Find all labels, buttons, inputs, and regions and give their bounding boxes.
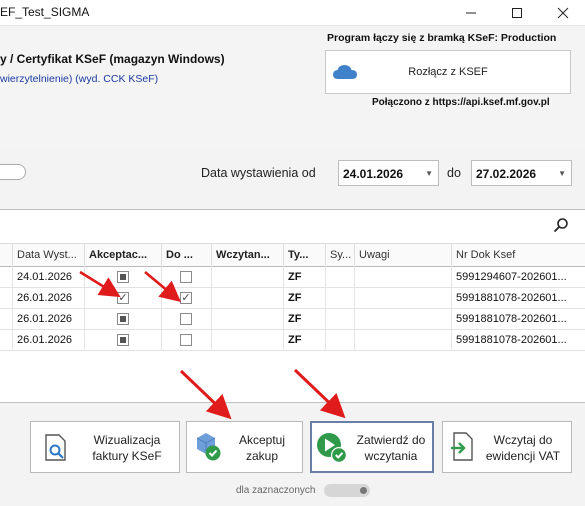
column-header-date[interactable]: Data Wyst... xyxy=(13,244,85,268)
table-header: Data Wyst... Akceptac... Do ... Wczytan.… xyxy=(0,243,585,268)
akceptacja-cell xyxy=(85,309,162,330)
chevron-down-icon: ▼ xyxy=(558,169,566,178)
akceptuj-zakup-button[interactable]: Akceptuj zakup xyxy=(186,421,303,473)
title-bar: EF_Test_SIGMA xyxy=(0,0,585,26)
column-header[interactable] xyxy=(0,244,13,268)
akceptacja-checkbox[interactable] xyxy=(117,313,129,325)
do-wczytania-checkbox[interactable] xyxy=(180,334,192,346)
nr-dok-ksef-cell: 5991294607-202601... xyxy=(456,271,567,283)
play-confirm-icon xyxy=(317,433,347,463)
column-header-akceptacja[interactable]: Akceptac... xyxy=(85,244,162,268)
sy-cell xyxy=(326,309,355,330)
type-cell: ZF xyxy=(284,330,326,351)
annotation-arrow xyxy=(79,270,121,298)
nr-dok-ksef-cell: 5991881078-202601... xyxy=(456,334,567,346)
date-from-label: Data wystawienia od xyxy=(201,166,316,180)
row-indicator-cell[interactable] xyxy=(0,309,13,330)
date-to-picker[interactable]: 27.02.2026 ▼ xyxy=(471,160,572,186)
toggle-switch[interactable] xyxy=(0,164,26,180)
date-to-label: do xyxy=(447,166,461,180)
certificate-title: y / Certyfikat KSeF (magazyn Windows) xyxy=(0,52,225,66)
date-cell: 26.01.2026 xyxy=(13,330,85,351)
akceptacja-cell xyxy=(85,330,162,351)
maximize-icon xyxy=(512,8,522,18)
annotation-arrow xyxy=(179,369,232,420)
wczytanie-cell xyxy=(212,267,284,288)
wizualizacja-button[interactable]: Wizualizacja faktury KSeF xyxy=(30,421,180,473)
uwagi-cell xyxy=(355,330,452,351)
zatwierdz-label-2: wczytania xyxy=(364,449,418,463)
date-to-value: 27.02.2026 xyxy=(476,167,537,181)
window-title: EF_Test_SIGMA xyxy=(0,5,90,19)
selected-only-toggle[interactable] xyxy=(324,484,370,497)
column-header-do[interactable]: Do ... xyxy=(162,244,212,268)
column-header-nr-dok[interactable]: Nr Dok Ksef xyxy=(452,244,585,268)
selected-only-label: dla zaznaczonych xyxy=(236,485,316,496)
akceptacja-checkbox[interactable] xyxy=(117,334,129,346)
nr-dok-ksef-cell: 5991881078-202601... xyxy=(456,313,567,325)
disconnect-ksef-label: Rozłącz z KSEF xyxy=(408,66,488,78)
zatwierdz-label-1: Zatwierdź do xyxy=(356,433,426,447)
nr-dok-ksef-cell: 5991881078-202601... xyxy=(456,292,567,304)
type-cell: ZF xyxy=(284,309,326,330)
type-cell: ZF xyxy=(284,267,326,288)
do-wczytania-cell xyxy=(162,330,212,351)
uwagi-cell xyxy=(355,267,452,288)
annotation-arrow xyxy=(144,271,181,302)
type-cell: ZF xyxy=(284,288,326,309)
wczytaj-label-1: Wczytaj do xyxy=(493,433,553,447)
table-row[interactable]: 26.01.2026 ZF 5991881078-202601... xyxy=(0,309,585,330)
row-indicator-cell[interactable] xyxy=(0,267,13,288)
akceptuj-label-1: Akceptuj xyxy=(238,433,286,447)
zatwierdz-button[interactable]: Zatwierdź do wczytania xyxy=(310,421,434,473)
document-search-icon xyxy=(45,434,66,461)
row-indicator-cell[interactable] xyxy=(0,288,13,309)
wczytaj-label-2: ewidencji VAT xyxy=(485,449,561,463)
close-button[interactable] xyxy=(540,0,585,26)
uwagi-cell xyxy=(355,288,452,309)
certificate-subtitle: wierzytelnienie) (wyd. CCK KSeF) xyxy=(0,73,159,85)
sy-cell xyxy=(326,330,355,351)
accept-cube-icon xyxy=(196,433,221,461)
column-header-wczytanie[interactable]: Wczytan... xyxy=(212,244,284,268)
sy-cell xyxy=(326,288,355,309)
connection-status: Połączono z https://api.ksef.mf.gov.pl xyxy=(372,97,550,108)
table-row[interactable]: 26.01.2026 ZF 5991881078-202601... xyxy=(0,330,585,351)
do-wczytania-cell xyxy=(162,309,212,330)
minimize-icon xyxy=(466,12,476,14)
wczytanie-cell xyxy=(212,309,284,330)
do-wczytania-checkbox[interactable] xyxy=(180,313,192,325)
disconnect-ksef-button[interactable]: Rozłącz z KSEF xyxy=(325,50,571,94)
search-icon[interactable] xyxy=(553,217,569,233)
date-cell: 26.01.2026 xyxy=(13,309,85,330)
chevron-down-icon: ▼ xyxy=(425,169,433,178)
column-header-sy[interactable]: Sy... xyxy=(326,244,355,268)
annotation-arrow xyxy=(293,368,346,419)
uwagi-cell xyxy=(355,309,452,330)
wizualizacja-label-2: faktury KSeF xyxy=(92,449,162,463)
wizualizacja-label-1: Wizualizacja xyxy=(93,433,161,447)
date-cell: 24.01.2026 xyxy=(13,267,85,288)
wczytanie-cell xyxy=(212,330,284,351)
date-from-picker[interactable]: 24.01.2026 ▼ xyxy=(338,160,439,186)
column-header-uwagi[interactable]: Uwagi xyxy=(355,244,452,268)
akceptuj-label-2: zakup xyxy=(245,449,279,463)
maximize-button[interactable] xyxy=(494,0,540,26)
wczytanie-cell xyxy=(212,288,284,309)
sy-cell xyxy=(326,267,355,288)
date-cell: 26.01.2026 xyxy=(13,288,85,309)
minimize-button[interactable] xyxy=(448,0,494,26)
wczytaj-button[interactable]: Wczytaj do ewidencji VAT xyxy=(442,421,572,473)
close-icon xyxy=(557,7,569,19)
ksef-program-label: Program łączy się z bramką KSeF: Product… xyxy=(327,32,557,44)
app-window: EF_Test_SIGMA y / Certyfikat KSeF (magaz… xyxy=(0,0,585,506)
date-from-value: 24.01.2026 xyxy=(343,167,404,181)
row-indicator-cell[interactable] xyxy=(0,330,13,351)
import-document-icon xyxy=(451,432,473,461)
column-header-type[interactable]: Ty... xyxy=(284,244,326,268)
